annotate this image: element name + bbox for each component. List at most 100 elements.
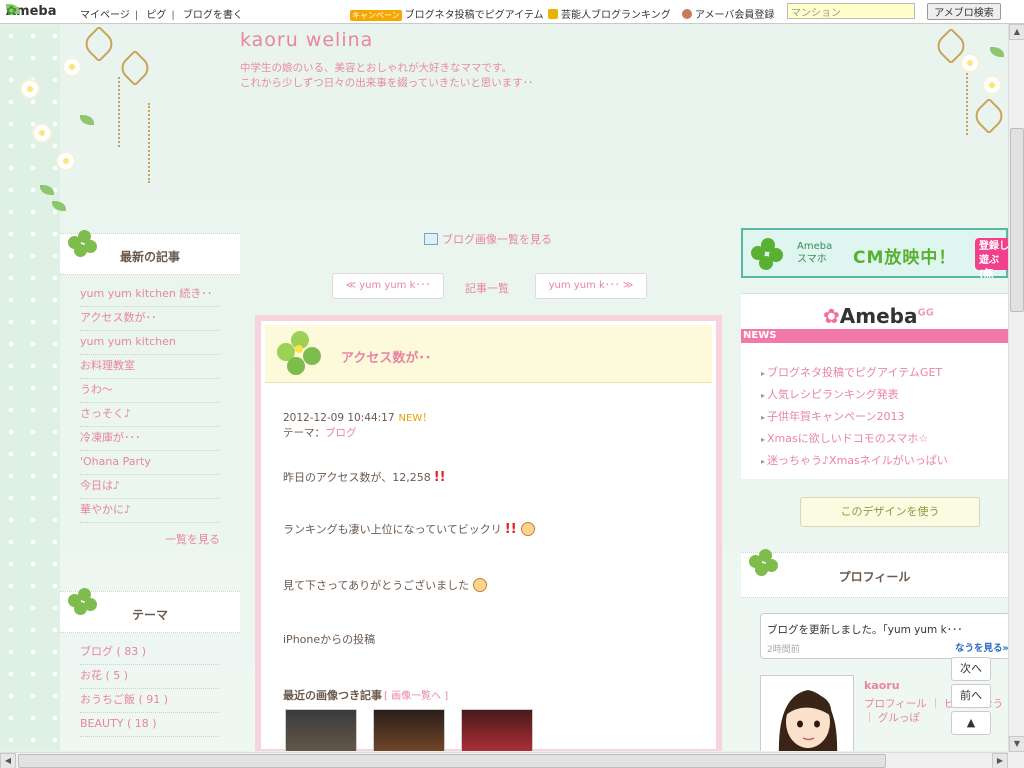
article-paragraph: 昨日のアクセス数が、12,258!! bbox=[283, 470, 446, 485]
avatar[interactable] bbox=[760, 675, 854, 751]
back-to-top-button[interactable]: ▲ bbox=[951, 711, 991, 735]
article-theme: テーマ：ブログ bbox=[283, 427, 357, 439]
list-item[interactable]: yum yum kitchen bbox=[80, 331, 220, 355]
clover-icon bbox=[271, 329, 331, 389]
search-input[interactable] bbox=[787, 3, 915, 19]
heart-ornament bbox=[970, 97, 1008, 135]
profile-title: プロフィール bbox=[838, 570, 911, 584]
flower-ornament bbox=[58, 153, 74, 169]
list-item[interactable]: おうちご飯 ( 91 ) bbox=[80, 689, 220, 713]
next-button[interactable]: 次へ bbox=[951, 657, 991, 681]
post-thumbnail[interactable] bbox=[285, 709, 357, 751]
use-this-design-button[interactable]: このデザインを使う bbox=[800, 497, 980, 527]
flower-ornament bbox=[984, 77, 1000, 93]
horizontal-scroll-thumb[interactable] bbox=[18, 754, 886, 768]
scroll-up-icon[interactable]: ▲ bbox=[1009, 24, 1024, 40]
profile-header: プロフィール bbox=[741, 549, 1008, 598]
scroll-left-icon[interactable]: ◀ bbox=[0, 753, 16, 768]
list-item[interactable]: アクセス数が･･ bbox=[80, 307, 220, 331]
nav-write-blog[interactable]: ブログを書く bbox=[183, 10, 243, 21]
latest-posts-header: 最新の記事 bbox=[60, 230, 240, 275]
ameba-gg-logo[interactable]: ✿AmebaGG bbox=[823, 304, 934, 328]
profile-name[interactable]: kaoru bbox=[864, 679, 900, 692]
blog-page: kaoru welina 中学生の娘のいる、美容とおしゃれが大好きなママです。 … bbox=[0, 25, 1008, 751]
next-post-button[interactable]: yum yum k･･･ ≫ bbox=[535, 273, 647, 299]
theme-header: テーマ bbox=[60, 588, 240, 633]
list-item[interactable]: お料理教室 bbox=[80, 355, 220, 379]
theme-list: ブログ ( 83 ) お花 ( 5 ) おうちご飯 ( 91 ) BEAUTY … bbox=[60, 641, 240, 737]
register-link[interactable]: アメーバ会員登録 bbox=[682, 6, 774, 21]
now-status-bubble: ブログを更新しました。「yum yum k･･･ 2時間前 なうを見る» bbox=[760, 613, 1008, 659]
article-paragraph: ランキングも凄い上位になっていてビックリ!! bbox=[283, 521, 535, 537]
latest-posts-list: yum yum kitchen 続き･･ アクセス数が･･ yum yum ki… bbox=[60, 283, 240, 523]
cm-cta-button[interactable]: 登録し 遊ぶ(無 bbox=[975, 238, 1008, 280]
post-thumbnail[interactable] bbox=[373, 709, 445, 751]
post-index-link[interactable]: 記事一覧 bbox=[465, 280, 509, 296]
ameba-logo[interactable]: ✿ Ameba bbox=[6, 4, 57, 19]
crown-icon bbox=[548, 9, 558, 19]
article-title[interactable]: アクセス数が･･ bbox=[341, 347, 431, 366]
theme-box: テーマ ブログ ( 83 ) お花 ( 5 ) おうちご飯 ( 91 ) BEA… bbox=[60, 588, 240, 737]
flower-ornament bbox=[962, 55, 978, 71]
scroll-down-icon[interactable]: ▼ bbox=[1009, 736, 1024, 752]
avatar-illustration bbox=[778, 690, 838, 751]
theme-title: テーマ bbox=[131, 608, 168, 622]
list-item[interactable]: 子供年賀キャンペーン2013 bbox=[761, 406, 948, 428]
article-date: 2012-12-09 10:44:17 NEW！ bbox=[283, 412, 433, 424]
blog-title[interactable]: kaoru welina bbox=[240, 29, 373, 51]
promo-link[interactable]: キャンペーン ブログネタ投稿でピグアイテム bbox=[350, 6, 544, 21]
theme-link[interactable]: ブログ bbox=[325, 427, 357, 439]
vertical-scroll-thumb[interactable] bbox=[1010, 128, 1024, 312]
latest-posts-box: 最新の記事 yum yum kitchen 続き･･ アクセス数が･･ yum … bbox=[60, 230, 240, 547]
list-item[interactable]: Xmasに欲しいドコモのスマホ☆ bbox=[761, 428, 948, 450]
see-now-link[interactable]: なうを見る» bbox=[955, 640, 1008, 654]
latest-more-link[interactable]: 一覧を見る bbox=[60, 531, 240, 547]
vertical-scrollbar[interactable]: ▲ ▼ bbox=[1008, 24, 1024, 752]
nav-pigg[interactable]: ピグ bbox=[146, 10, 166, 21]
exclamation-icon: !! bbox=[433, 470, 446, 485]
list-item[interactable]: ブログネタ投稿でピグアイテムGET bbox=[761, 362, 948, 384]
status-message: ブログを更新しました。「yum yum k･･･ bbox=[767, 624, 963, 636]
list-item[interactable]: 人気レシピランキング発表 bbox=[761, 384, 948, 406]
scrollbar-corner bbox=[1008, 752, 1024, 768]
list-item[interactable]: さっそく♪ bbox=[80, 403, 220, 427]
campaign-badge: キャンペーン bbox=[350, 10, 402, 21]
list-item[interactable]: 華やかに♪ bbox=[80, 499, 220, 523]
list-item[interactable]: 今日は♪ bbox=[80, 475, 220, 499]
post-thumbnail[interactable] bbox=[461, 709, 533, 751]
article-header: アクセス数が･･ bbox=[265, 325, 712, 383]
list-item[interactable]: 冷凍庫が･･･ bbox=[80, 427, 220, 451]
list-item[interactable]: 迷っちゃう♪Xmasネイルがいっぱい bbox=[761, 450, 948, 472]
list-item[interactable]: BEAUTY ( 18 ) bbox=[80, 713, 220, 737]
heart-ornament bbox=[116, 49, 154, 87]
scroll-right-icon[interactable]: ▶ bbox=[992, 753, 1008, 768]
ameba-smartphone-cm-banner[interactable]: Ameba スマホ CM放映中！ 登録し 遊ぶ(無 bbox=[741, 228, 1008, 280]
list-item[interactable]: お花 ( 5 ) bbox=[80, 665, 220, 689]
list-item[interactable]: 'Ohana Party bbox=[80, 451, 220, 475]
ameba-gg-news: ✿AmebaGG NEWS ブログネタ投稿でピグアイテムGET 人気レシピランキ… bbox=[741, 293, 1008, 479]
new-badge: NEW！ bbox=[398, 413, 433, 424]
latest-posts-title: 最新の記事 bbox=[119, 250, 180, 264]
search-button[interactable]: アメブロ検索 bbox=[927, 3, 1001, 20]
flower-ornament bbox=[64, 59, 80, 75]
list-item[interactable]: yum yum kitchen 続き･･ bbox=[80, 283, 220, 307]
ameba-topbar: ✿ Ameba マイページ | ピグ | ブログを書く キャンペーン ブログネタ投稿でピ… bbox=[0, 0, 1024, 24]
horizontal-scrollbar[interactable]: ◀ ▶ bbox=[0, 752, 1008, 768]
prev-post-button[interactable]: ≪ yum yum k･･･ bbox=[332, 273, 444, 299]
news-label: NEWS bbox=[741, 329, 1008, 343]
nav-mypage[interactable]: マイページ bbox=[80, 10, 130, 21]
image-list-link[interactable]: ブログ画像一覧を見る bbox=[424, 231, 552, 247]
previous-button[interactable]: 前へ bbox=[951, 684, 991, 708]
flower-ornament bbox=[22, 81, 38, 97]
surprised-face-icon bbox=[520, 522, 535, 536]
cm-headline: CM放映中！ bbox=[853, 248, 957, 268]
topbar-nav: マイページ | ピグ | ブログを書く bbox=[80, 10, 243, 21]
list-item[interactable]: ブログ ( 83 ) bbox=[80, 641, 220, 665]
member-icon bbox=[682, 9, 692, 19]
status-time: 2時間前 bbox=[767, 645, 800, 655]
list-item[interactable]: うわ～ bbox=[80, 379, 220, 403]
ranking-link[interactable]: 芸能人ブログランキング bbox=[548, 6, 671, 21]
ameba-leaf-icon: ✿ bbox=[823, 304, 840, 328]
article: アクセス数が･･ 2012-12-09 10:44:17 NEW！ テーマ：ブログ… bbox=[255, 315, 722, 751]
image-list-link[interactable]: [ 画像一覧へ ] bbox=[384, 691, 448, 702]
